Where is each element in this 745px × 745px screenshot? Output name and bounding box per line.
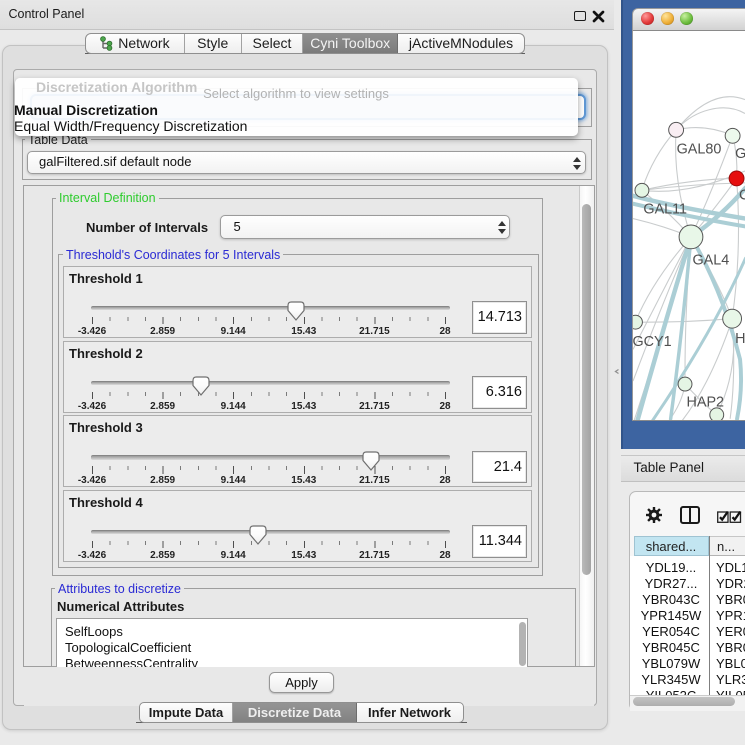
svg-text:HAP2: HAP2 <box>686 394 724 410</box>
svg-text:GAL4: GAL4 <box>692 252 729 268</box>
svg-text:C: C <box>739 187 745 203</box>
svg-text:GCY1: GCY1 <box>632 333 671 349</box>
svg-text:GA: GA <box>735 146 745 162</box>
svg-text:GAL80: GAL80 <box>676 141 721 157</box>
svg-text:H: H <box>735 330 745 346</box>
svg-text:GAL11: GAL11 <box>643 201 687 217</box>
